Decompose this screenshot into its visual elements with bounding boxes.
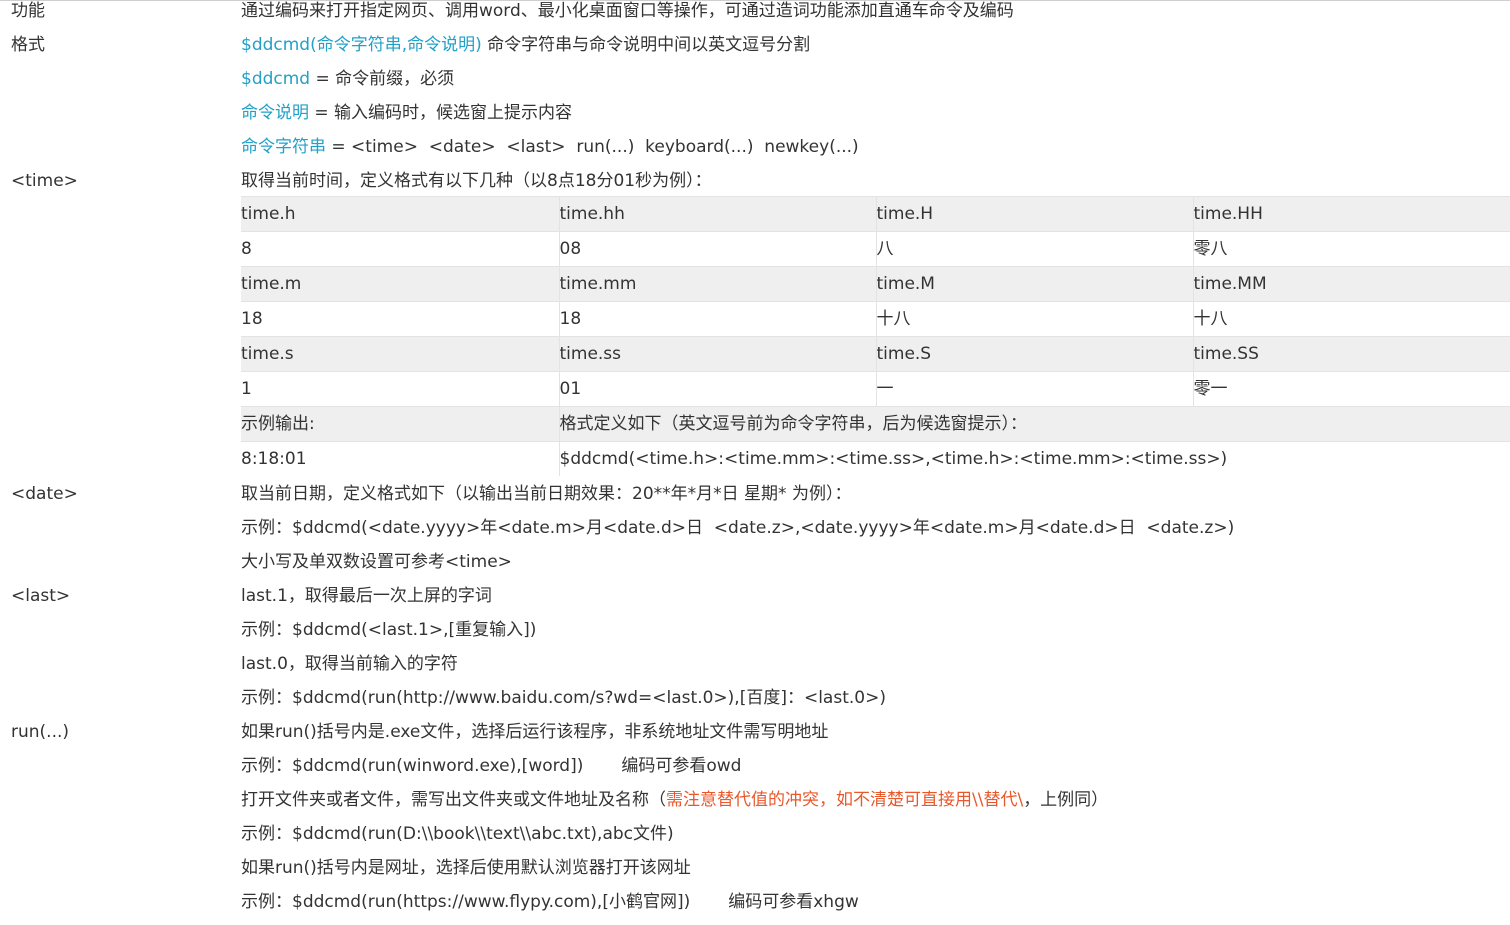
row-date-2: 示例：$ddcmd(<date.yyyy>年<date.m>月<date.d>日… <box>0 517 1510 551</box>
run-line-3: 打开文件夹或者文件，需写出文件夹或文件地址及名称（需注意替代值的冲突，如不清楚可… <box>241 789 1108 811</box>
table-cell: time.S <box>875 336 1193 372</box>
row-format-2: $ddcmd = 命令前缀，必须 <box>0 68 1510 102</box>
run-folder-warning: 需注意替代值的冲突，如不清楚可直接用\\替代\ <box>666 790 1024 810</box>
run-folder-note: 打开文件夹或者文件，需写出文件夹或文件地址及名称（ <box>241 790 666 810</box>
row-format-4: 命令字符串 = <time> <date> <last> run(...) ke… <box>0 136 1510 170</box>
row-date-3: 大小写及单双数设置可参考<time> <box>0 551 1510 585</box>
row-last: <last> last.1，取得最后一次上屏的字词 <box>0 585 1510 619</box>
table-row: time.h time.hh time.H time.HH <box>241 196 1510 232</box>
table-row: 8:18:01 $ddcmd(<time.h>:<time.mm>:<time.… <box>241 441 1510 476</box>
row-run-2: 示例：$ddcmd(run(winword.exe),[word]) 编码可参看o… <box>0 755 1510 789</box>
table-cell: 零八 <box>1192 231 1510 267</box>
format-line-2: $ddcmd = 命令前缀，必须 <box>241 68 454 90</box>
table-row: 1 01 一 零一 <box>241 371 1510 407</box>
row-run-4: 示例：$ddcmd(run(D:\\book\\text\\abc.txt),a… <box>0 823 1510 857</box>
table-cell: time.H <box>875 196 1193 232</box>
table-cell: 十八 <box>1192 301 1510 337</box>
run-line-1: 如果run()括号内是.exe文件，选择后运行该程序，非系统地址文件需写明地址 <box>241 722 829 742</box>
run-example-exe-code: 编码可参看owd <box>621 756 742 776</box>
example-output-header: 示例输出: <box>241 406 559 442</box>
table-cell: 十八 <box>875 301 1193 337</box>
date-line-2: 示例：$ddcmd(<date.yyyy>年<date.m>月<date.d>日… <box>241 518 1235 538</box>
format-line-3: 命令说明 = 输入编码时，候选窗上提示内容 <box>241 102 572 124</box>
time-intro: 取得当前时间，定义格式有以下几种（以8点18分01秒为例）： <box>241 171 712 191</box>
table-cell: 8 <box>241 231 559 267</box>
last-line-4: 示例：$ddcmd(run(http://www.baidu.com/s?wd=… <box>241 688 886 708</box>
command-string-desc: = <time> <date> <last> run(...) keyboard… <box>326 137 859 157</box>
table-cell: 零一 <box>1192 371 1510 407</box>
table-cell: 08 <box>558 231 876 267</box>
table-row: 18 18 十八 十八 <box>241 301 1510 337</box>
time-format-table: time.h time.hh time.H time.HH 8 08 八 零八 … <box>241 196 1510 476</box>
format-syntax: $ddcmd(命令字符串,命令说明) <box>241 35 482 55</box>
row-function: 功能 通过编码来打开指定网页、调用word、最小化桌面窗口等操作，可通过造词功能… <box>0 0 1510 34</box>
function-description: 通过编码来打开指定网页、调用word、最小化桌面窗口等操作，可通过造词功能添加直… <box>241 1 1014 21</box>
run-line-2: 示例：$ddcmd(run(winword.exe),[word]) 编码可参看o… <box>241 755 741 777</box>
table-cell: 01 <box>558 371 876 407</box>
table-cell: time.SS <box>1192 336 1510 372</box>
row-run: run(...) 如果run()括号内是.exe文件，选择后运行该程序，非系统地… <box>0 721 1510 755</box>
run-example-url-code: 编码可参看xhgw <box>728 892 859 912</box>
prefix-desc: = 命令前缀，必须 <box>310 69 455 89</box>
table-row: time.m time.mm time.M time.MM <box>241 266 1510 302</box>
run-line-6: 示例：$ddcmd(run(https://www.flypy.com),[小鹤… <box>241 891 859 913</box>
table-row: 8 08 八 零八 <box>241 231 1510 267</box>
date-line-1: 取当前日期，定义格式如下（以输出当前日期效果：20**年*月*日 星期* 为例）… <box>241 484 852 504</box>
row-run-3: 打开文件夹或者文件，需写出文件夹或文件地址及名称（需注意替代值的冲突，如不清楚可… <box>0 789 1510 823</box>
table-cell: time.M <box>875 266 1193 302</box>
run-line-4: 示例：$ddcmd(run(D:\\book\\text\\abc.txt),a… <box>241 824 674 844</box>
table-cell: time.h <box>241 196 559 232</box>
table-row: time.s time.ss time.S time.SS <box>241 336 1510 372</box>
example-definition-value: $ddcmd(<time.h>:<time.mm>:<time.ss>,<tim… <box>558 441 1510 476</box>
label-run: run(...) <box>11 722 70 742</box>
run-example-url: 示例：$ddcmd(run(https://www.flypy.com),[小鹤… <box>241 892 691 912</box>
format-line-4: 命令字符串 = <time> <date> <last> run(...) ke… <box>241 136 859 158</box>
row-run-6: 示例：$ddcmd(run(https://www.flypy.com),[小鹤… <box>0 891 1510 925</box>
row-run-5: 如果run()括号内是网址，选择后使用默认浏览器打开该网址 <box>0 857 1510 891</box>
table-cell: 1 <box>241 371 559 407</box>
prefix-term: $ddcmd <box>241 69 311 89</box>
example-output-value: 8:18:01 <box>241 441 559 476</box>
command-desc-desc: = 输入编码时，候选窗上提示内容 <box>309 103 573 123</box>
document-page: 功能 通过编码来打开指定网页、调用word、最小化桌面窗口等操作，可通过造词功能… <box>0 0 1510 918</box>
format-line-1: $ddcmd(命令字符串,命令说明) 命令字符串与命令说明中间以英文逗号分割 <box>241 34 810 56</box>
run-line-5: 如果run()括号内是网址，选择后使用默认浏览器打开该网址 <box>241 858 691 878</box>
table-cell: 18 <box>241 301 559 337</box>
last-line-1: last.1，取得最后一次上屏的字词 <box>241 586 492 606</box>
table-cell: 18 <box>558 301 876 337</box>
table-cell: time.hh <box>558 196 876 232</box>
table-cell: time.m <box>241 266 559 302</box>
table-cell: time.ss <box>558 336 876 372</box>
table-cell: time.mm <box>558 266 876 302</box>
last-line-2: 示例：$ddcmd(<last.1>,[重复输入]) <box>241 620 537 640</box>
label-format: 格式 <box>11 35 45 55</box>
row-last-2: 示例：$ddcmd(<last.1>,[重复输入]) <box>0 619 1510 653</box>
date-line-3: 大小写及单双数设置可参考<time> <box>241 552 512 572</box>
row-last-4: 示例：$ddcmd(run(http://www.baidu.com/s?wd=… <box>0 687 1510 721</box>
table-cell: 一 <box>875 371 1193 407</box>
label-time: <time> <box>11 171 78 191</box>
row-date: <date> 取当前日期，定义格式如下（以输出当前日期效果：20**年*月*日 … <box>0 483 1510 517</box>
command-string-term: 命令字符串 <box>241 137 326 157</box>
table-cell: time.MM <box>1192 266 1510 302</box>
table-cell: 八 <box>875 231 1193 267</box>
command-desc-term: 命令说明 <box>241 103 309 123</box>
row-last-3: last.0，取得当前输入的字符 <box>0 653 1510 687</box>
row-format-3: 命令说明 = 输入编码时，候选窗上提示内容 <box>0 102 1510 136</box>
table-cell: time.s <box>241 336 559 372</box>
table-row: 示例输出: 格式定义如下（英文逗号前为命令字符串，后为候选窗提示）： <box>241 406 1510 442</box>
run-folder-note-end: ，上例同） <box>1023 790 1109 810</box>
run-example-exe: 示例：$ddcmd(run(winword.exe),[word]) <box>241 756 584 776</box>
example-definition-header: 格式定义如下（英文逗号前为命令字符串，后为候选窗提示）： <box>558 406 1510 442</box>
row-format: 格式 $ddcmd(命令字符串,命令说明) 命令字符串与命令说明中间以英文逗号分… <box>0 34 1510 68</box>
last-line-3: last.0，取得当前输入的字符 <box>241 654 458 674</box>
label-last: <last> <box>11 586 71 606</box>
format-syntax-note: 命令字符串与命令说明中间以英文逗号分割 <box>481 35 811 55</box>
label-date: <date> <box>11 484 78 504</box>
table-cell: time.HH <box>1192 196 1510 232</box>
label-function: 功能 <box>11 1 45 21</box>
